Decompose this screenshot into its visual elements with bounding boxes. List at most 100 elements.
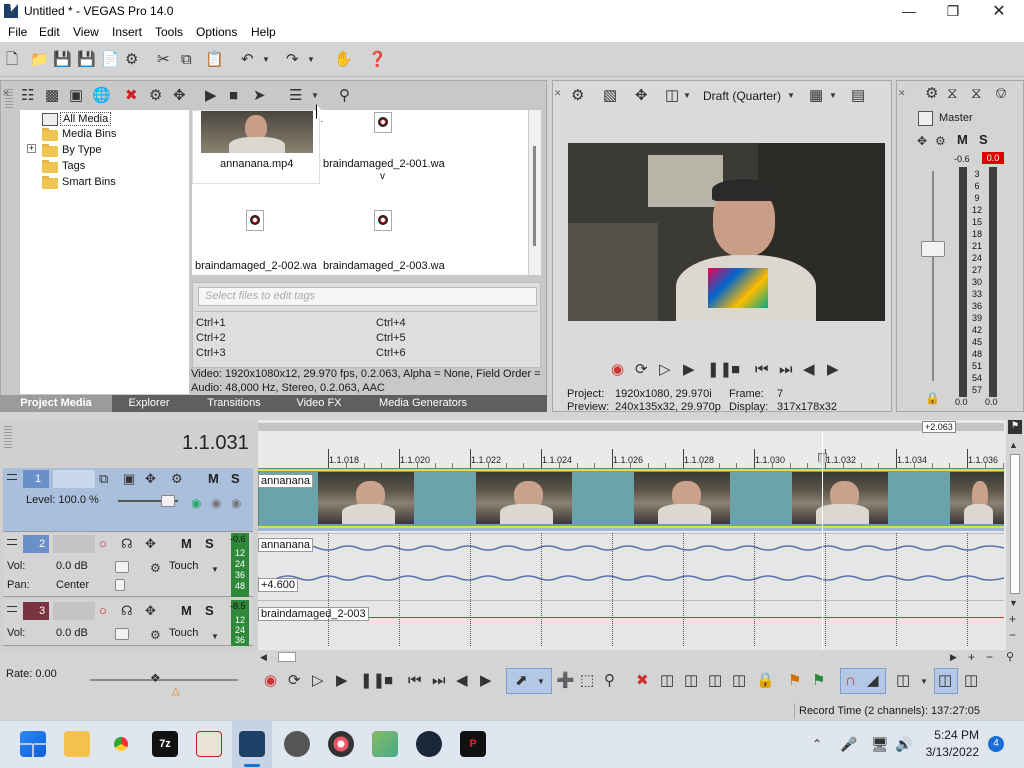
- file-explorer-icon[interactable]: [64, 731, 90, 757]
- composite-child-icon[interactable]: ◉: [191, 494, 201, 512]
- timeline-timecode[interactable]: 1.1.031: [182, 432, 249, 455]
- master-select-icon[interactable]: [918, 111, 933, 126]
- insert-region-icon[interactable]: ⚑: [812, 672, 825, 690]
- zoom-out-time-icon[interactable]: −: [986, 648, 993, 666]
- volume-icon[interactable]: 🔊: [895, 735, 912, 753]
- grid-icon[interactable]: ▦: [809, 87, 823, 105]
- overlays-icon[interactable]: ◫: [665, 87, 679, 105]
- track-mute-button[interactable]: M: [181, 603, 192, 618]
- tree-all-media[interactable]: All Media: [60, 112, 112, 126]
- ripple-edit-icon[interactable]: ◫: [896, 672, 910, 690]
- track-solo-button[interactable]: S: [205, 536, 214, 551]
- parent-track-icon[interactable]: ✥: [145, 470, 156, 488]
- zoom-in-time-icon[interactable]: +: [968, 648, 975, 666]
- start-menu-icon[interactable]: [20, 731, 46, 757]
- track-motion-icon[interactable]: ⧉: [99, 470, 108, 488]
- stop-icon[interactable]: ■: [731, 361, 740, 379]
- auto-preview-icon[interactable]: ➤: [253, 87, 266, 105]
- next-frame-icon[interactable]: ▶: [480, 672, 492, 690]
- play-from-start-icon[interactable]: ▷: [312, 672, 324, 690]
- preview-properties-icon[interactable]: ⚙: [571, 87, 584, 105]
- tab-transitions[interactable]: Transitions: [186, 395, 282, 412]
- edit-tool-icon[interactable]: ✋: [334, 51, 353, 69]
- minimize-button[interactable]: —: [886, 0, 932, 23]
- quality-dropdown-icon[interactable]: ▼: [787, 87, 795, 105]
- loop-playback-icon[interactable]: ⟳: [288, 672, 301, 690]
- edit-tool-dropdown-icon[interactable]: ▼: [537, 673, 545, 691]
- tree-smart-bins[interactable]: Smart Bins: [62, 176, 116, 188]
- scroll-up-icon[interactable]: ▲: [1009, 436, 1018, 454]
- timeline-area[interactable]: +2.063 1.1.018 1.1.020 1.1.022 1.1.024 1.1.0…: [258, 420, 1022, 650]
- copy-icon[interactable]: ⧉: [181, 51, 192, 69]
- file-list-scrollbar[interactable]: [528, 110, 541, 275]
- collapse-track-icon[interactable]: [7, 539, 17, 545]
- audio-track-header[interactable]: 2 ○ ☊ ✥ M S Vol: 0.0 dB ⚙ Touch ▼ Pan: C…: [3, 533, 253, 597]
- automation-settings-icon[interactable]: ⚙: [150, 559, 161, 577]
- steam-icon[interactable]: [416, 731, 442, 757]
- go-to-start-icon[interactable]: ⏮: [755, 361, 769, 379]
- collapse-track-icon[interactable]: [7, 474, 17, 480]
- mixer-properties-icon[interactable]: ⚙: [925, 85, 938, 103]
- import-media-icon[interactable]: ☷: [21, 87, 34, 105]
- tree-by-type[interactable]: By Type: [62, 144, 102, 156]
- tab-video-fx[interactable]: Video FX: [283, 395, 355, 412]
- tab-explorer[interactable]: Explorer: [113, 395, 185, 412]
- lock-icon[interactable]: 🔒: [925, 389, 940, 407]
- make-compositing-child-icon[interactable]: ◉: [211, 494, 221, 512]
- menu-view[interactable]: View: [73, 25, 99, 39]
- insert-fx-icon[interactable]: ✥: [917, 132, 927, 150]
- play-from-start-icon[interactable]: ▷: [659, 361, 671, 379]
- track-fx-icon[interactable]: ✥: [145, 535, 156, 553]
- new-project-icon[interactable]: 🗋: [6, 51, 18, 69]
- audio-track-lane[interactable]: braindamaged_2-003: [258, 600, 1004, 646]
- split-icon[interactable]: ◫: [732, 672, 746, 690]
- notification-badge[interactable]: 4: [988, 736, 1004, 752]
- track-number[interactable]: 3: [23, 602, 49, 620]
- close-panel-icon[interactable]: ✕: [2, 84, 10, 102]
- stop-icon[interactable]: ■: [384, 672, 393, 690]
- master-solo-button[interactable]: S: [979, 132, 988, 147]
- 7zip-icon[interactable]: 7z: [152, 731, 178, 757]
- marker-flag-icon[interactable]: ⚑: [1008, 420, 1022, 434]
- save-icon[interactable]: 💾: [53, 51, 72, 69]
- device-preview-icon[interactable]: ▧: [603, 87, 617, 105]
- media-item-selected[interactable]: [192, 110, 320, 184]
- pan-slider[interactable]: [115, 579, 125, 591]
- microphone-icon[interactable]: 🎤: [840, 735, 857, 753]
- zoom-out-vertical-icon[interactable]: −: [1009, 626, 1016, 644]
- video-track-header[interactable]: 1 ⧉ ▣ ✥ ⚙ M S Level: 100.0 % ◉ ◉ ◉: [3, 468, 253, 532]
- envelope-tool-icon[interactable]: ➕: [556, 672, 575, 690]
- zoom-edit-tool-icon[interactable]: ⚲: [604, 672, 615, 690]
- search-icon[interactable]: ⚲: [339, 87, 350, 105]
- audio-track-lane[interactable]: annanana +4.600: [258, 533, 1004, 597]
- time-ruler[interactable]: 1.1.018 1.1.020 1.1.022 1.1.024 1.1.026 1.1.0…: [258, 433, 1022, 469]
- automation-mode[interactable]: Touch: [169, 560, 198, 572]
- track-mute-button[interactable]: M: [208, 471, 219, 486]
- undo-icon[interactable]: ↶: [241, 51, 254, 69]
- downmix-icon[interactable]: ⧖: [947, 85, 958, 103]
- show-hidden-icons[interactable]: ⌃: [812, 735, 822, 753]
- track-name-field[interactable]: [53, 470, 95, 488]
- stop-media-icon[interactable]: ■: [229, 87, 238, 105]
- whats-this-help-icon[interactable]: ❓: [368, 51, 387, 69]
- trim-icon[interactable]: ◫: [660, 672, 674, 690]
- normal-edit-tool-icon[interactable]: ⬈: [515, 672, 528, 690]
- dim-output-icon[interactable]: ⧖: [971, 85, 982, 103]
- lock-envelopes-button[interactable]: ◫: [934, 668, 958, 694]
- mixer-settings-icon[interactable]: ⎊: [995, 85, 1007, 103]
- audio-file-icon[interactable]: [374, 210, 392, 231]
- track-name-field[interactable]: [53, 535, 95, 553]
- paste-icon[interactable]: 📋: [205, 51, 224, 69]
- track-solo-button[interactable]: S: [205, 603, 214, 618]
- vegas-pro-taskbar-icon[interactable]: [239, 731, 265, 757]
- automation-dropdown-icon[interactable]: ▼: [211, 561, 219, 579]
- properties-icon[interactable]: ⚙: [125, 51, 138, 69]
- scrollbar-thumb[interactable]: [278, 652, 296, 662]
- grid-dropdown-icon[interactable]: ▼: [829, 87, 837, 105]
- master-peak-right[interactable]: 0.0: [982, 152, 1004, 164]
- auto-crossfade-icon[interactable]: ◢: [867, 672, 879, 690]
- close-panel-icon[interactable]: ✕: [554, 84, 562, 102]
- redo-icon[interactable]: ↷: [286, 51, 299, 69]
- play-icon[interactable]: ▶: [336, 672, 348, 690]
- menu-insert[interactable]: Insert: [112, 25, 142, 39]
